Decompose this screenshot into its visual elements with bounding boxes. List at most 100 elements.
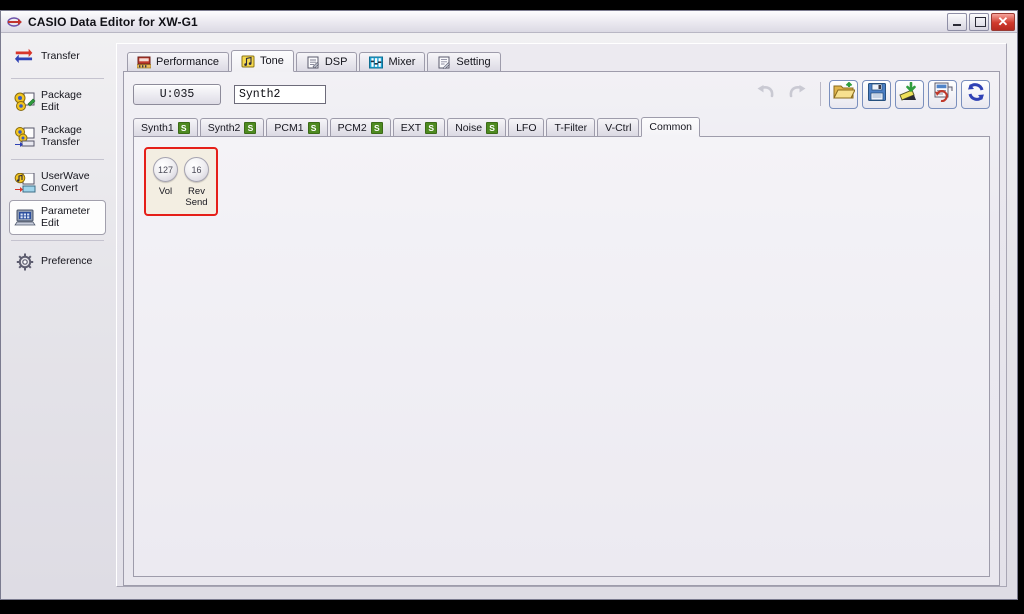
- sub-tab-synth1[interactable]: Synth1 S: [133, 118, 198, 136]
- common-knob-group: 127 Vol 16 Rev Send: [144, 147, 218, 216]
- casio-app-icon: [7, 15, 23, 29]
- download-to-device-icon: [898, 81, 921, 107]
- sidebar-item-transfer[interactable]: Transfer: [9, 41, 106, 73]
- tab-label: Performance: [156, 56, 219, 68]
- sidebar-divider: [11, 78, 104, 79]
- sidebar-divider: [11, 159, 104, 160]
- tone-header-row: U:035 Synth2: [133, 79, 990, 109]
- setting-icon: [437, 56, 451, 70]
- undo-button[interactable]: [750, 80, 779, 109]
- transfer-arrows-icon: [14, 47, 36, 67]
- dsp-icon: [306, 56, 320, 69]
- package-edit-icon: [14, 92, 36, 112]
- tab-label: Tone: [259, 55, 284, 67]
- sidebar-item-package-edit[interactable]: Package Edit: [9, 84, 106, 119]
- redo-button[interactable]: [783, 80, 812, 109]
- main-tab-bar: Performance Tone DSP Mixer Setting: [123, 50, 1000, 72]
- knob-label: Vol: [158, 186, 173, 197]
- sidebar-item-label: Transfer: [41, 50, 80, 63]
- sidebar-item-parameter-edit[interactable]: Parameter Edit: [9, 200, 106, 235]
- solo-badge[interactable]: S: [244, 121, 257, 134]
- gear-icon: [14, 252, 36, 272]
- minimize-button[interactable]: [947, 12, 967, 31]
- solo-badge[interactable]: S: [425, 121, 438, 134]
- tone-name-input[interactable]: Synth2: [234, 84, 326, 104]
- tab-mixer[interactable]: Mixer: [359, 52, 426, 71]
- sub-tab-label: PCM1: [274, 121, 304, 134]
- open-button[interactable]: [829, 79, 858, 109]
- sub-tab-ext[interactable]: EXT S: [392, 118, 446, 136]
- userwave-convert-icon: [14, 172, 36, 193]
- close-button[interactable]: ✕: [991, 12, 1015, 31]
- content-panel: Performance Tone DSP Mixer Setting U:035…: [116, 43, 1007, 587]
- sub-tab-noise[interactable]: Noise S: [447, 118, 507, 136]
- redo-arrow-icon: [788, 83, 808, 106]
- sub-tab-label: Synth1: [141, 121, 174, 134]
- sub-tab-common[interactable]: Common: [641, 117, 701, 137]
- sub-tab-label: PCM2: [337, 121, 367, 134]
- sub-tab-pcm2[interactable]: PCM2 S: [329, 118, 391, 136]
- sub-tab-label: T-Filter: [554, 121, 588, 134]
- sidebar-item-preference[interactable]: Preference: [9, 246, 106, 278]
- sidebar-item-label: UserWave Convert: [41, 170, 90, 194]
- tone-icon: [241, 55, 255, 68]
- tab-performance[interactable]: Performance: [127, 52, 229, 71]
- solo-badge[interactable]: S: [486, 121, 499, 134]
- save-button[interactable]: [862, 79, 891, 109]
- sidebar-item-userwave-convert[interactable]: UserWave Convert: [9, 165, 106, 200]
- rev-send-knob[interactable]: 16: [184, 157, 209, 182]
- transmit-button[interactable]: [895, 79, 924, 109]
- sidebar-item-package-transfer[interactable]: Package Transfer: [9, 119, 106, 154]
- solo-badge[interactable]: S: [177, 121, 190, 134]
- sidebar-divider: [11, 240, 104, 241]
- application-window: CASIO Data Editor for XW-G1 ✕ Transfer P…: [0, 10, 1018, 600]
- toolbar: [750, 79, 990, 109]
- tab-label: DSP: [324, 56, 348, 68]
- maximize-button[interactable]: [969, 12, 989, 31]
- sidebar-item-label: Parameter Edit: [41, 205, 91, 229]
- knob-cell-rev-send: 16 Rev Send: [183, 157, 210, 208]
- performance-icon: [136, 56, 152, 69]
- window-body: Transfer Package Edit Package Transfer U…: [1, 33, 1017, 599]
- window-title: CASIO Data Editor for XW-G1: [28, 14, 198, 29]
- toolbar-divider: [820, 82, 821, 106]
- solo-badge[interactable]: S: [370, 121, 383, 134]
- sub-tab-label: EXT: [400, 121, 422, 134]
- sub-tab-lfo[interactable]: LFO: [508, 118, 545, 136]
- tab-label: Setting: [456, 56, 491, 68]
- close-icon: ✕: [997, 14, 1009, 29]
- knob-cell-vol: 127 Vol: [152, 157, 179, 208]
- sidebar: Transfer Package Edit Package Transfer U…: [1, 33, 114, 599]
- floppy-disk-icon: [867, 82, 887, 107]
- title-bar: CASIO Data Editor for XW-G1 ✕: [1, 11, 1017, 33]
- sub-tab-label: LFO: [516, 121, 537, 134]
- sub-tab-label: Noise: [455, 121, 483, 134]
- parameter-edit-icon: [14, 208, 36, 228]
- tone-tab-page: U:035 Synth2 Synth1 S Synth2 S PCM1 S PC…: [123, 72, 1000, 586]
- mixer-icon: [369, 56, 384, 69]
- tab-tone[interactable]: Tone: [230, 50, 294, 72]
- tab-label: Mixer: [388, 56, 416, 68]
- package-transfer-icon: [14, 126, 36, 147]
- sub-tab-synth2[interactable]: Synth2 S: [199, 118, 265, 136]
- sync-refresh-icon: [965, 82, 987, 107]
- solo-badge[interactable]: S: [307, 121, 320, 134]
- open-folder-icon: [832, 81, 856, 107]
- sidebar-item-label: Package Transfer: [41, 124, 82, 148]
- knob-label: Rev Send: [185, 186, 208, 208]
- sub-tab-pcm1[interactable]: PCM1 S: [266, 118, 328, 136]
- restore-button[interactable]: [928, 79, 957, 109]
- file-restore-icon: [932, 82, 954, 107]
- sidebar-item-label: Preference: [41, 255, 93, 268]
- sub-tab-t-filter[interactable]: T-Filter: [546, 118, 596, 136]
- sub-tab-v-ctrl[interactable]: V-Ctrl: [597, 118, 640, 136]
- sync-button[interactable]: [961, 79, 990, 109]
- vol-knob[interactable]: 127: [153, 157, 178, 182]
- tab-dsp[interactable]: DSP: [295, 52, 358, 71]
- tab-setting[interactable]: Setting: [427, 52, 501, 71]
- tone-number-button[interactable]: U:035: [133, 83, 221, 105]
- sub-tab-label: Synth2: [207, 121, 241, 134]
- sidebar-item-label: Package Edit: [41, 89, 82, 113]
- sub-tab-label: Common: [649, 121, 693, 133]
- sub-tab-bar: Synth1 S Synth2 S PCM1 S PCM2 S EXT S No…: [133, 117, 990, 137]
